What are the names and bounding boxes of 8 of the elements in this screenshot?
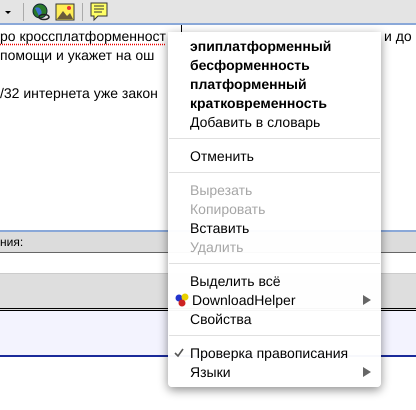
text-line: /32 интернета уже закон [0,84,159,103]
text-line: помощи и укажет на ош [0,46,156,65]
menu-item: Удалить [189,238,244,256]
text-line: ро кроссплатформенност [0,27,167,46]
text-line: и до [384,27,413,46]
field-label: ния: [0,235,24,249]
menu-item: Копировать [189,200,266,218]
menu-item: Вырезать [189,180,254,199]
